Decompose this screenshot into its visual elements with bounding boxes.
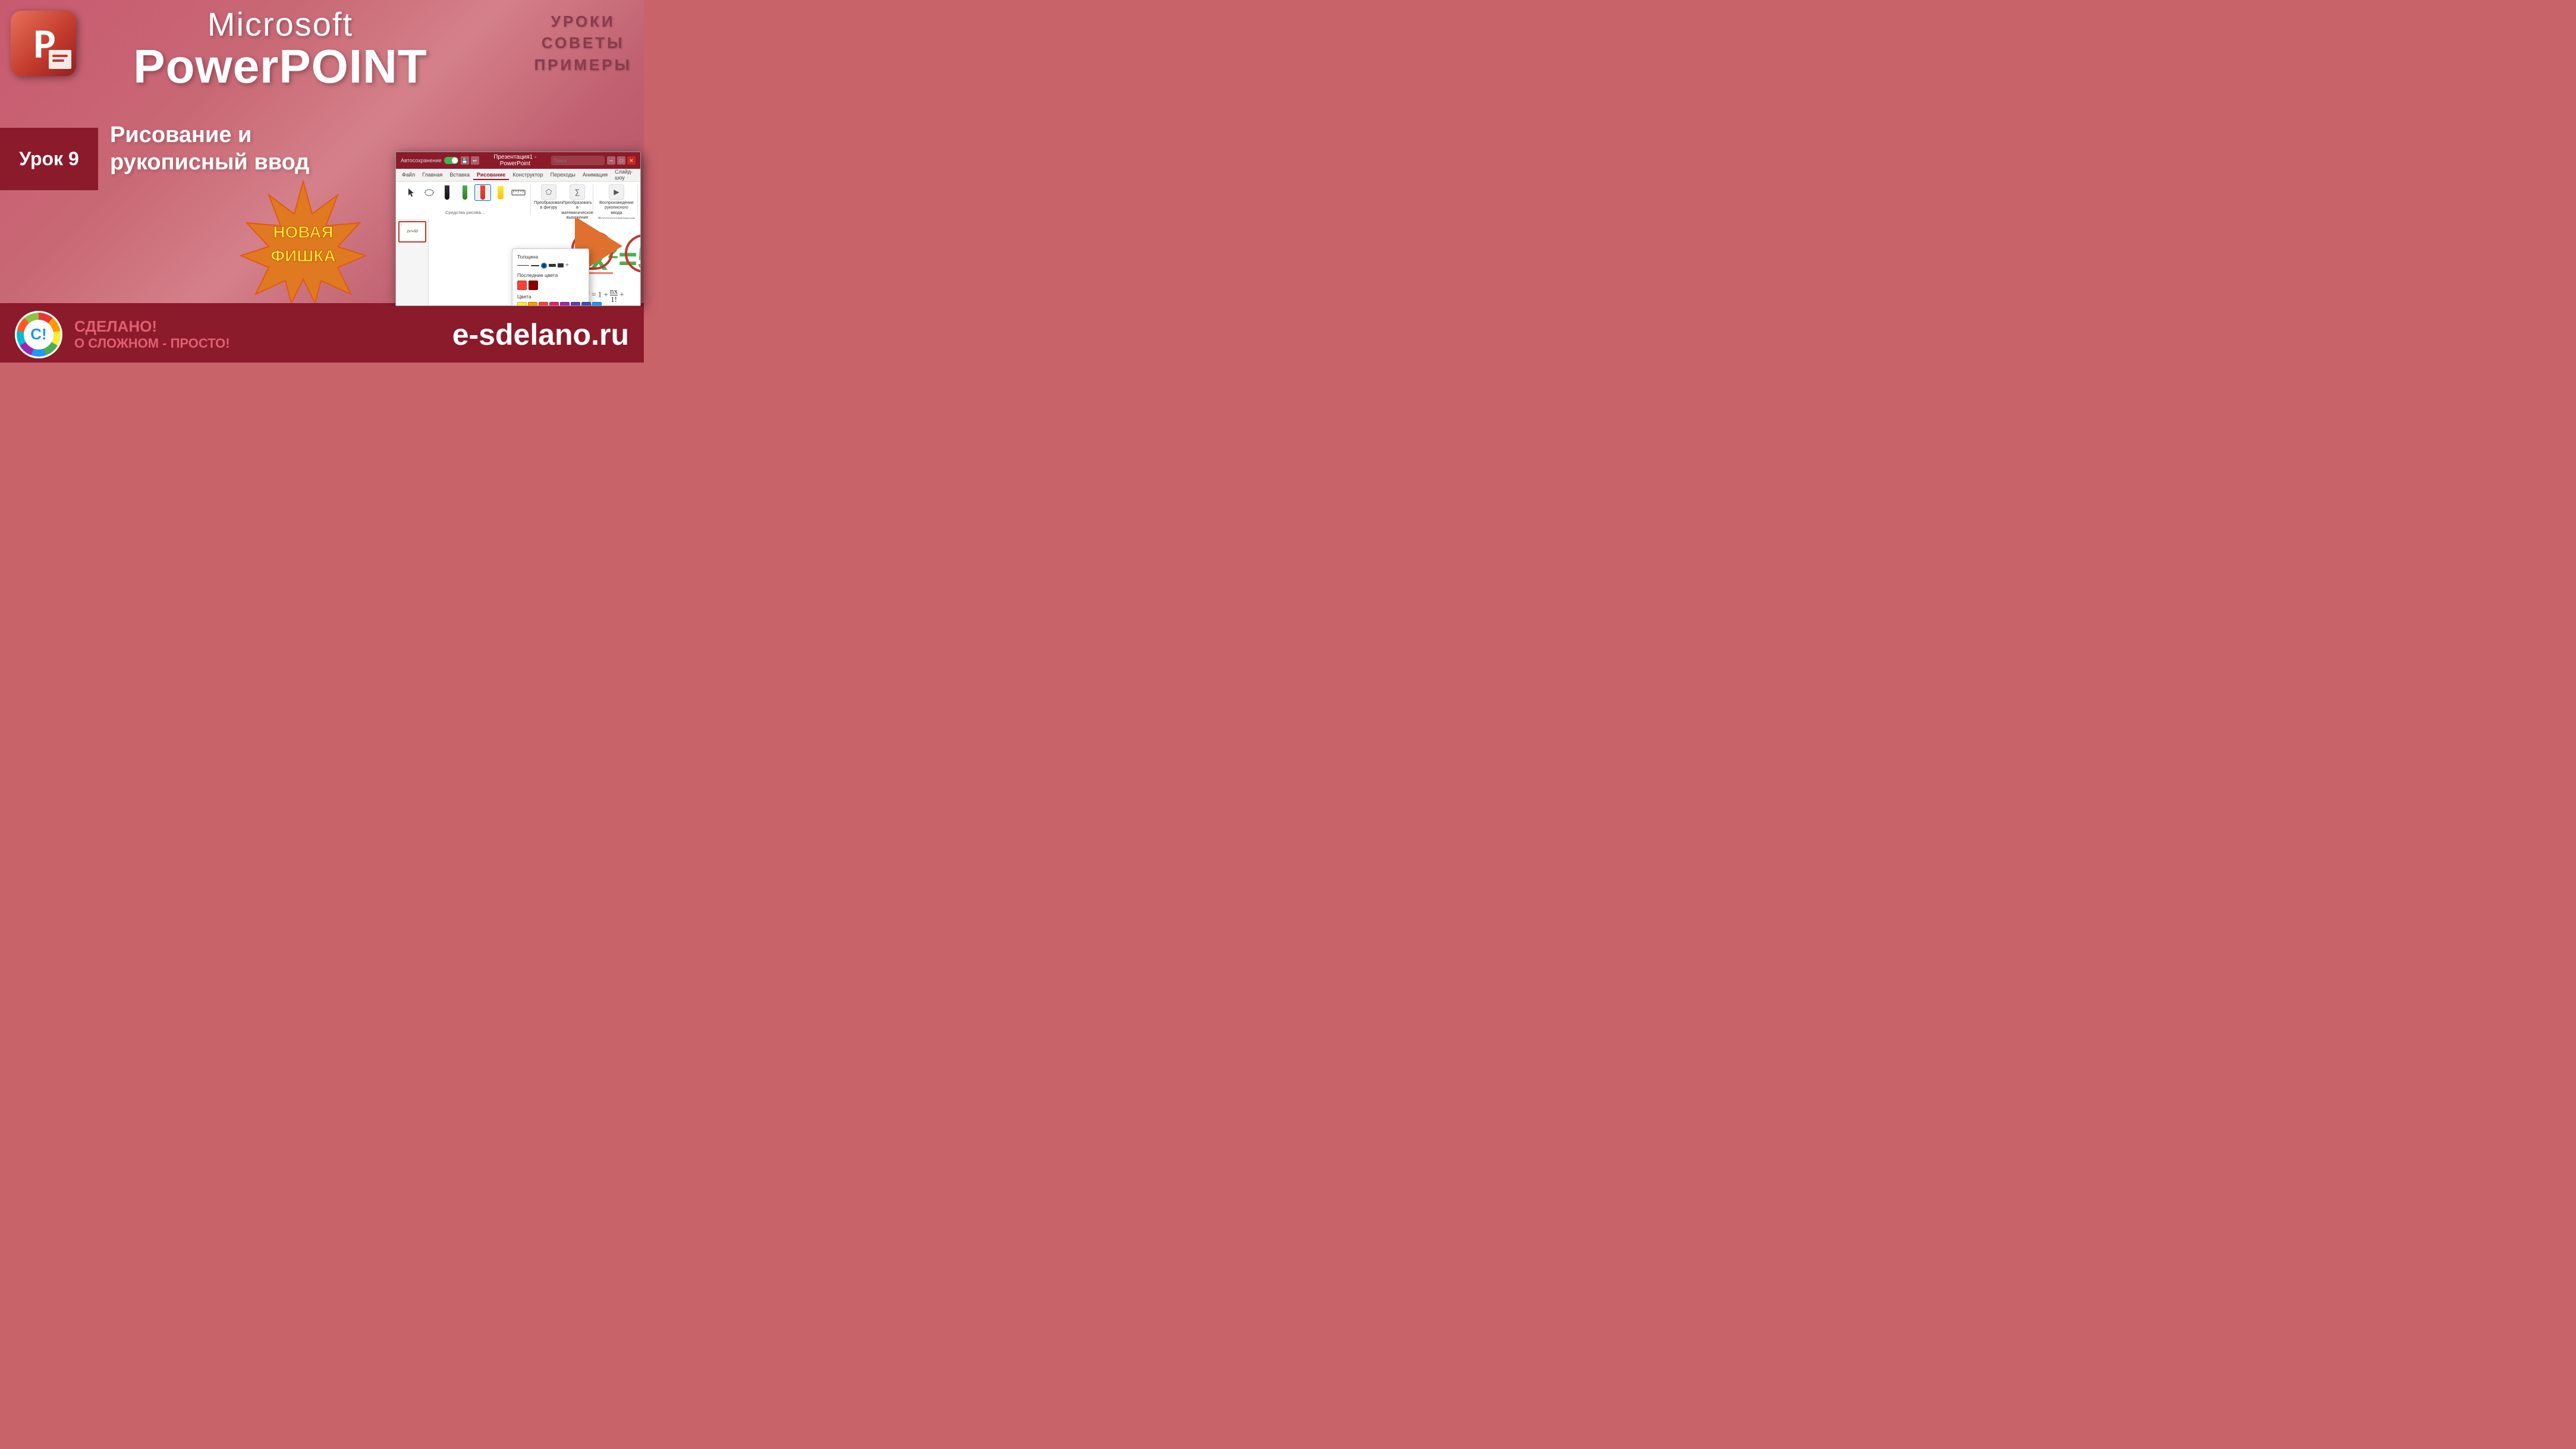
ribbon-tabs: Файл Главная Вставка Рисование Конструкт… <box>396 169 640 182</box>
burst-shape: НОВАЯ ФИШКА <box>238 178 369 303</box>
window-title: Презентация1 - PowerPoint <box>482 154 549 167</box>
recent-color-2[interactable] <box>529 281 538 290</box>
top-right-line3: ПРИМЕРЫ <box>534 54 632 75</box>
playback-icon: ▶ <box>609 184 624 200</box>
plus-icon: + <box>565 262 569 269</box>
to-math-icon: ∑ <box>570 184 585 200</box>
color-pink[interactable] <box>549 302 559 305</box>
slide-main[interactable]: Толщина + Последние цвета Цвета <box>429 219 640 305</box>
thickness-label: Толщина <box>517 254 584 260</box>
tab-slideshow[interactable]: Слайд-шоу <box>611 168 636 183</box>
bottom-text: СДЕЛАНО! О СЛОЖНОМ - ПРОСТО! <box>74 317 441 351</box>
to-shape-btn[interactable]: ⬠ Преобразовать в фигуру <box>536 184 562 221</box>
minimize-icon[interactable]: ─ <box>607 156 615 165</box>
color-indigo[interactable] <box>581 302 591 305</box>
ruler-tool[interactable] <box>510 184 527 201</box>
to-shape-icon: ⬠ <box>541 184 556 200</box>
lesson-desc: Рисование и рукописный ввод <box>110 122 418 176</box>
logo-letter: С! <box>24 320 54 349</box>
ppt-icon: P <box>11 11 76 76</box>
title-powerpoint: PowerPOINT <box>89 43 471 90</box>
svg-text:НОВАЯ: НОВАЯ <box>273 223 333 241</box>
recent-color-1[interactable] <box>517 281 527 290</box>
autosave-toggle[interactable] <box>444 157 458 164</box>
playback-ink-btn[interactable]: ▶ Воспроизведение рукописного ввода <box>603 184 630 216</box>
tab-file[interactable]: Файл <box>398 171 419 180</box>
to-math-btn[interactable]: ∑ Преобразовать в математическое выражен… <box>564 184 590 221</box>
color-purple[interactable] <box>560 302 570 305</box>
color-yellow[interactable] <box>517 302 527 305</box>
save-icon[interactable]: 💾 <box>461 156 469 165</box>
bottom-site: e-sdelano.ru <box>452 317 629 352</box>
pen-red-tool[interactable] <box>474 184 491 201</box>
color-deep-purple[interactable] <box>571 302 580 305</box>
transform-buttons: ⬠ Преобразовать в фигуру ∑ Преобразовать… <box>536 184 590 221</box>
search-input[interactable] <box>551 156 605 165</box>
medium-line[interactable] <box>531 265 539 266</box>
color-picker-popup: Толщина + Последние цвета Цвета <box>512 248 589 305</box>
thick-line[interactable] <box>549 264 556 267</box>
logo-inner: С! <box>17 313 61 357</box>
lesson-bar: Урок 9 <box>0 128 98 190</box>
title-bar-icons: 💾 ↩ <box>461 156 479 165</box>
title-microsoft: Microsoft <box>89 6 471 43</box>
color-red[interactable] <box>539 302 548 305</box>
color-orange[interactable] <box>528 302 537 305</box>
top-right-line1: УРОКИ <box>534 11 632 32</box>
close-icon[interactable]: ✕ <box>627 156 636 165</box>
svg-text:ФИШКА: ФИШКА <box>271 247 335 265</box>
undo-icon[interactable]: ↩ <box>471 156 479 165</box>
tab-drawing[interactable]: Рисование <box>473 171 509 180</box>
ribbon-group-close: ✕ Прекратить рукописный ввод Закрытие <box>640 184 641 215</box>
pen-green-tool[interactable] <box>457 184 473 201</box>
logo-circle: С! <box>15 311 62 358</box>
top-right-line2: СОВЕТЫ <box>534 32 632 53</box>
lasso-tool[interactable] <box>421 184 438 201</box>
ribbon-group-tools: Средства рисова... <box>400 184 531 215</box>
thicker-line[interactable] <box>558 263 564 267</box>
thick-dot-selected[interactable] <box>541 263 547 269</box>
colors-label: Цвета <box>517 294 584 300</box>
slide-panel: 1 2x²=50 Толщина + Последние цвета <box>396 219 640 305</box>
ribbon-content: Средства рисова... ⬠ Преобразовать в фиг… <box>396 182 640 219</box>
bottom-bar: С! СДЕЛАНО! О СЛОЖНОМ - ПРОСТО! e-sdelan… <box>0 306 644 363</box>
top-right-text: УРОКИ СОВЕТЫ ПРИМЕРЫ <box>534 11 632 75</box>
bottom-made: СДЕЛАНО! <box>74 317 441 336</box>
maximize-icon[interactable]: □ <box>617 156 625 165</box>
ribbon-group-transform: ⬠ Преобразовать в фигуру ∑ Преобразовать… <box>533 184 593 215</box>
slide-thumbnails: 1 2x²=50 <box>396 219 429 305</box>
highlighter-yellow-tool[interactable] <box>492 184 509 201</box>
colors-grid <box>517 302 584 305</box>
title-bar: Автосохранение 💾 ↩ Презентация1 - PowerP… <box>396 152 640 169</box>
tab-animations[interactable]: Анимация <box>579 171 611 180</box>
title-area: Microsoft PowerPOINT <box>89 6 471 90</box>
tools-group-label: Средства рисова... <box>445 210 485 215</box>
tab-insert[interactable]: Вставка <box>446 171 473 180</box>
lesson-desc-line1: Рисование и <box>110 122 251 147</box>
pen-black-tool[interactable] <box>439 184 455 201</box>
tab-design[interactable]: Конструктор <box>509 171 546 180</box>
lesson-desc-text: Рисование и рукописный ввод <box>110 122 418 176</box>
window-controls: ─ □ ✕ <box>607 156 636 165</box>
cursor-tool[interactable] <box>403 184 420 201</box>
tab-home[interactable]: Главная <box>419 171 446 180</box>
tab-review[interactable]: Рецензирование <box>636 171 641 180</box>
ribbon-group-playback: ▶ Воспроизведение рукописного ввода Восп… <box>596 184 638 215</box>
ppt-icon-paper <box>49 50 71 69</box>
color-blue[interactable] <box>592 302 602 305</box>
thin-line[interactable] <box>517 265 529 266</box>
recent-colors <box>517 281 584 290</box>
thickness-options: + <box>517 262 584 269</box>
autosave-label: Автосохранение <box>401 158 442 163</box>
playback-buttons: ▶ Воспроизведение рукописного ввода <box>603 184 630 216</box>
tab-transitions[interactable]: Переходы <box>547 171 579 180</box>
lesson-desc-line2: рукописный ввод <box>110 150 309 175</box>
tool-buttons <box>403 184 527 201</box>
recent-colors-label: Последние цвета <box>517 272 584 278</box>
bottom-simple: О СЛОЖНОМ - ПРОСТО! <box>74 336 441 351</box>
slide-thumb-1[interactable]: 1 2x²=50 <box>398 221 426 242</box>
lesson-number: Урок 9 <box>19 148 78 170</box>
app-window: Автосохранение 💾 ↩ Презентация1 - PowerP… <box>395 152 641 306</box>
